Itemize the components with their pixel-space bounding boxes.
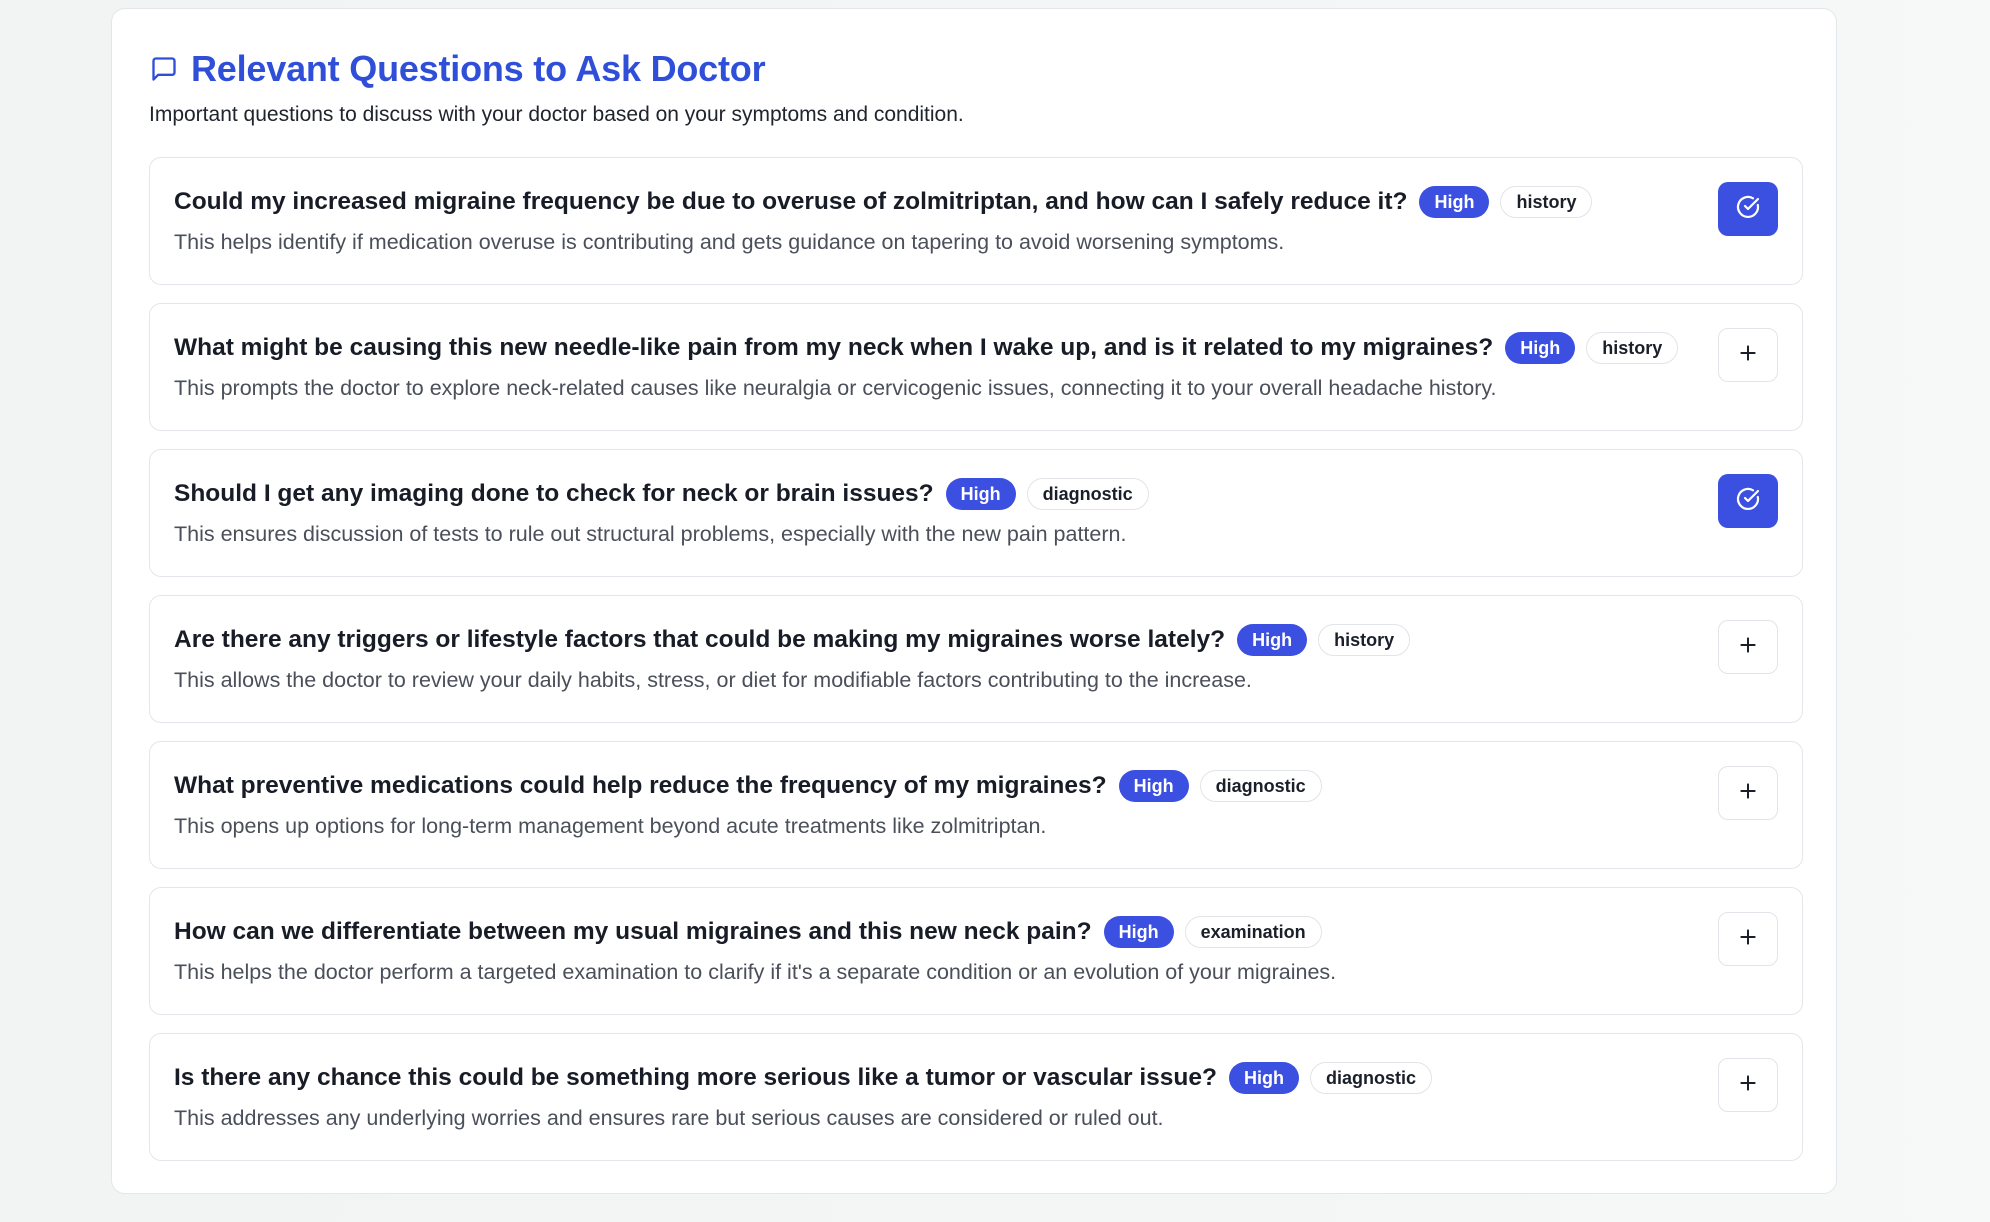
question-card: What preventive medications could help r…	[149, 741, 1803, 869]
question-description: This helps identify if medication overus…	[174, 230, 1285, 254]
plus-icon	[1738, 927, 1758, 952]
chat-bubble-icon	[149, 54, 179, 84]
question-text: How can we differentiate between my usua…	[174, 918, 1092, 945]
add-question-button[interactable]	[1718, 912, 1778, 966]
question-added-button[interactable]	[1718, 182, 1778, 236]
question-card: What might be causing this new needle-li…	[149, 303, 1803, 431]
question-description: This allows the doctor to review your da…	[174, 668, 1252, 692]
question-text: Is there any chance this could be someth…	[174, 1064, 1217, 1091]
question-description: This prompts the doctor to explore neck-…	[174, 376, 1497, 400]
question-card: Should I get any imaging done to check f…	[149, 449, 1803, 577]
question-added-button[interactable]	[1718, 474, 1778, 528]
plus-icon	[1738, 781, 1758, 806]
question-list: Could my increased migraine frequency be…	[149, 157, 1803, 1179]
question-row: Is there any chance this could be someth…	[174, 1060, 1432, 1096]
question-description: This opens up options for long-term mana…	[174, 814, 1047, 838]
priority-badge: High	[1237, 624, 1308, 656]
question-row: What preventive medications could help r…	[174, 768, 1322, 804]
title-row: Relevant Questions to Ask Doctor	[149, 41, 1799, 97]
question-text: What might be causing this new needle-li…	[174, 334, 1494, 361]
question-description: This ensures discussion of tests to rule…	[174, 522, 1127, 546]
priority-badge: High	[1505, 332, 1576, 364]
question-description: This addresses any underlying worries an…	[174, 1106, 1164, 1130]
category-badge: diagnostic	[1199, 770, 1322, 802]
question-card: Is there any chance this could be someth…	[149, 1033, 1803, 1161]
question-card: Could my increased migraine frequency be…	[149, 157, 1803, 285]
check-circle-icon	[1736, 195, 1760, 224]
priority-badge: High	[1103, 916, 1174, 948]
plus-icon	[1738, 1073, 1758, 1098]
question-text: Should I get any imaging done to check f…	[174, 480, 934, 507]
add-question-button[interactable]	[1718, 328, 1778, 382]
question-card: Are there any triggers or lifestyle fact…	[149, 595, 1803, 723]
priority-badge: High	[1419, 186, 1490, 218]
question-description: This helps the doctor perform a targeted…	[174, 960, 1337, 984]
question-card: How can we differentiate between my usua…	[149, 887, 1803, 1015]
add-question-button[interactable]	[1718, 1058, 1778, 1112]
plus-icon	[1738, 635, 1758, 660]
question-row: How can we differentiate between my usua…	[174, 914, 1322, 950]
question-row: Should I get any imaging done to check f…	[174, 476, 1149, 512]
question-row: Could my increased migraine frequency be…	[174, 184, 1593, 220]
question-row: Are there any triggers or lifestyle fact…	[174, 622, 1411, 658]
questions-panel: Relevant Questions to Ask Doctor Importa…	[111, 8, 1837, 1194]
check-circle-icon	[1736, 487, 1760, 516]
category-badge: history	[1318, 624, 1411, 656]
category-badge: examination	[1184, 916, 1322, 948]
question-text: Could my increased migraine frequency be…	[174, 188, 1408, 215]
question-row: What might be causing this new needle-li…	[174, 330, 1679, 366]
page-subtitle: Important questions to discuss with your…	[149, 103, 964, 126]
priority-badge: High	[1228, 1062, 1299, 1094]
question-text: Are there any triggers or lifestyle fact…	[174, 626, 1226, 653]
plus-icon	[1738, 343, 1758, 368]
category-badge: diagnostic	[1309, 1062, 1432, 1094]
category-badge: history	[1586, 332, 1679, 364]
priority-badge: High	[945, 478, 1016, 510]
category-badge: diagnostic	[1026, 478, 1149, 510]
priority-badge: High	[1118, 770, 1189, 802]
page-title: Relevant Questions to Ask Doctor	[191, 48, 766, 89]
category-badge: history	[1500, 186, 1593, 218]
add-question-button[interactable]	[1718, 766, 1778, 820]
question-text: What preventive medications could help r…	[174, 772, 1107, 799]
panel-header: Relevant Questions to Ask Doctor Importa…	[149, 41, 1799, 127]
add-question-button[interactable]	[1718, 620, 1778, 674]
